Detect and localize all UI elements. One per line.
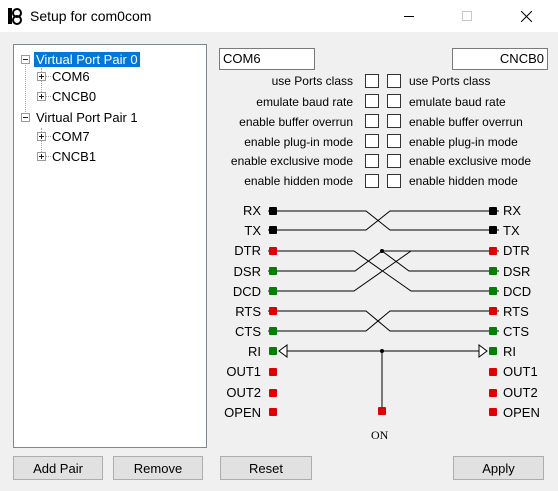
pin-toggle[interactable]: [269, 287, 277, 295]
pin-toggle[interactable]: [269, 408, 277, 416]
pin-toggle[interactable]: [269, 347, 277, 355]
pin-toggle[interactable]: [269, 389, 277, 397]
wire-cts-rts: [268, 310, 499, 332]
wire-tx-rx: [268, 210, 499, 231]
wire-rts-cts: [268, 310, 499, 332]
pin-toggle[interactable]: [489, 267, 497, 275]
pin-wiring-diagram: [268, 207, 499, 416]
pin-toggle[interactable]: [489, 389, 497, 397]
pin-toggle[interactable]: [269, 226, 277, 234]
pin-toggle[interactable]: [269, 207, 277, 215]
pin-toggle[interactable]: [489, 207, 497, 215]
add-pair-button[interactable]: Add Pair: [13, 456, 103, 480]
pin-toggle[interactable]: [489, 408, 497, 416]
pin-toggle[interactable]: [489, 247, 497, 255]
pin-toggle[interactable]: [269, 307, 277, 315]
junction-dot: [380, 349, 384, 353]
pin-toggle[interactable]: [489, 307, 497, 315]
pin-toggle[interactable]: [269, 247, 277, 255]
pin-toggle[interactable]: [269, 368, 277, 376]
junction-dot: [380, 249, 384, 253]
ri-arrow-icon: [278, 344, 288, 358]
reset-button[interactable]: Reset: [220, 456, 312, 480]
ri-arrow-icon: [478, 344, 488, 358]
pin-toggle[interactable]: [489, 287, 497, 295]
pin-toggle[interactable]: [489, 226, 497, 234]
wire-dtr-dsr: [381, 250, 499, 272]
pin-toggle[interactable]: [489, 327, 497, 335]
remove-button[interactable]: Remove: [113, 456, 203, 480]
pin-toggle[interactable]: [489, 347, 497, 355]
wire-rx-tx: [268, 210, 499, 231]
wire-dsr-to-dtr: [268, 250, 383, 272]
pin-toggle[interactable]: [269, 327, 277, 335]
pin-toggle[interactable]: [269, 267, 277, 275]
pin-toggle[interactable]: [489, 368, 497, 376]
apply-button[interactable]: Apply: [453, 456, 544, 480]
on-toggle[interactable]: [378, 407, 386, 415]
